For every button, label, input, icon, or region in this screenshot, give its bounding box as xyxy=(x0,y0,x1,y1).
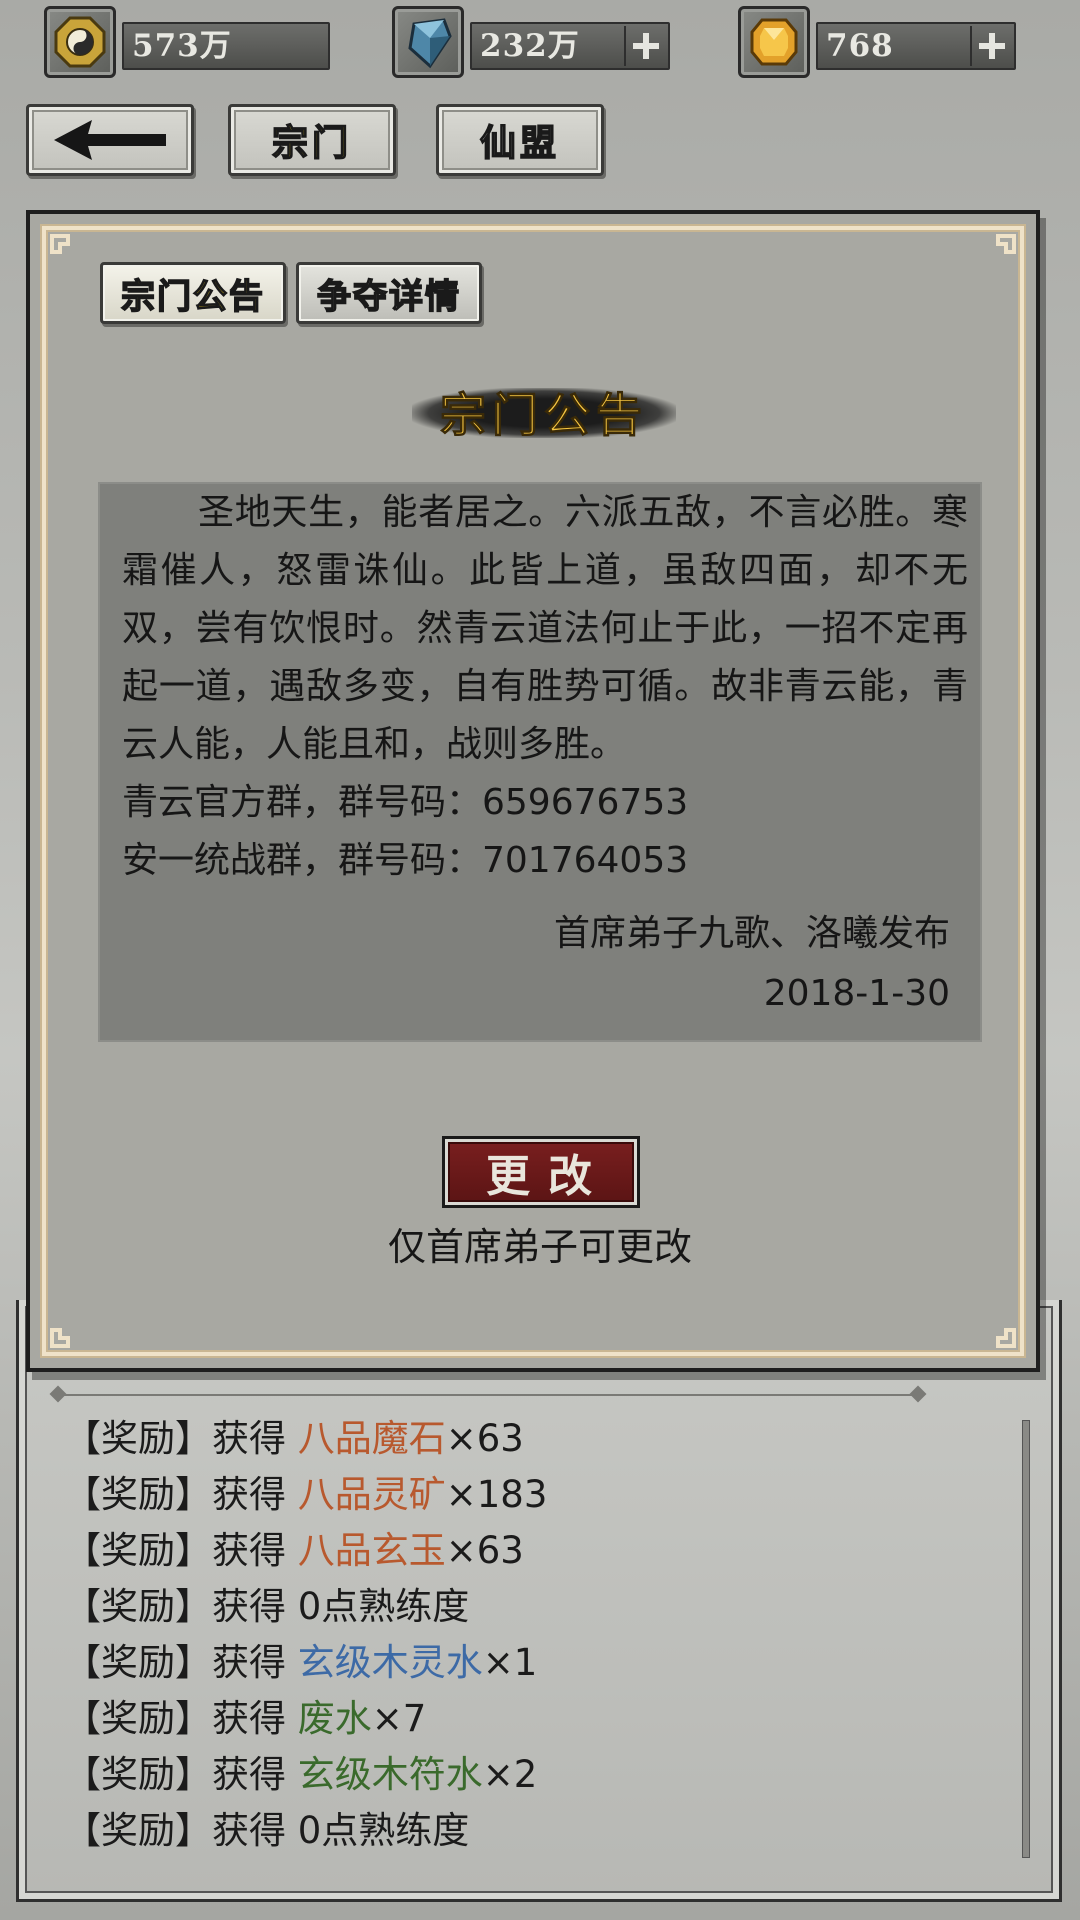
notice-group1: 青云官方群，群号码：659676753 xyxy=(122,782,689,823)
log-item-quantity: ×1 xyxy=(482,1641,538,1684)
gem-amount: 768 xyxy=(816,22,1016,70)
log-item-name: 八品灵矿 xyxy=(297,1473,446,1516)
tab-contest-details[interactable]: 争夺详情 xyxy=(296,262,482,324)
plus-icon xyxy=(979,33,1005,59)
add-gem-button[interactable] xyxy=(970,26,1012,66)
log-item-name: 0点熟练度 xyxy=(297,1809,470,1852)
log-item-quantity: ×63 xyxy=(445,1417,524,1460)
log-prefix: 【奖励】获得 xyxy=(64,1529,298,1572)
log-item: 【奖励】获得 玄级木灵水×1 xyxy=(64,1635,547,1691)
reward-log-list: 【奖励】获得 八品魔石×63 【奖励】获得 八品灵矿×183 【奖励】获得 八品玄玉… xyxy=(64,1411,547,1859)
log-prefix: 【奖励】获得 xyxy=(64,1473,298,1516)
notice-group2: 安一统战群，群号码：701764053 xyxy=(122,840,689,881)
log-item-name: 废水 xyxy=(297,1697,372,1740)
log-item-quantity: ×183 xyxy=(445,1473,548,1516)
spirit-crystal-icon xyxy=(392,6,464,78)
log-item-quantity: ×7 xyxy=(371,1697,427,1740)
log-item-name: 玄级木符水 xyxy=(297,1753,483,1796)
notice-paragraph: 圣地天生，能者居之。六派五敌，不言必胜。寒霜催人，怒雷诛仙。此皆上道，虽敌四面，… xyxy=(122,492,968,765)
log-item-quantity: ×63 xyxy=(445,1529,524,1572)
log-prefix: 【奖励】获得 xyxy=(64,1697,298,1740)
log-item-name: 玄级木灵水 xyxy=(297,1641,483,1684)
sect-tab-button[interactable]: 宗门 xyxy=(228,104,396,176)
notice-date: 2018-1-30 xyxy=(763,973,950,1014)
back-button[interactable] xyxy=(26,104,194,176)
log-item-name: 八品魔石 xyxy=(297,1417,446,1460)
log-item: 【奖励】获得 八品玄玉×63 xyxy=(64,1523,547,1579)
notice-title-text: 宗门公告 xyxy=(440,388,648,443)
taiji-coin-icon xyxy=(44,6,116,78)
crystal-value: 232万 xyxy=(480,28,580,64)
log-item: 【奖励】获得 0点熟练度 xyxy=(64,1803,547,1859)
corner-ornament-icon xyxy=(42,1318,80,1356)
log-item: 【奖励】获得 玄级木符水×2 xyxy=(64,1747,547,1803)
log-scrollbar[interactable] xyxy=(1022,1420,1030,1858)
add-crystal-button[interactable] xyxy=(624,26,666,66)
tab-sect-notice[interactable]: 宗门公告 xyxy=(100,262,286,324)
log-prefix: 【奖励】获得 xyxy=(64,1585,298,1628)
log-item: 【奖励】获得 0点熟练度 xyxy=(64,1579,547,1635)
log-item-quantity: ×2 xyxy=(482,1753,538,1796)
notice-title: 宗门公告 xyxy=(412,380,676,444)
back-arrow-icon xyxy=(54,120,166,160)
log-prefix: 【奖励】获得 xyxy=(64,1809,298,1852)
notice-signature-block: 首席弟子九歌、洛曦发布 2018-1-30 xyxy=(554,904,950,1024)
coin-amount: 573万 xyxy=(122,22,330,70)
plus-icon xyxy=(633,33,659,59)
corner-ornament-icon xyxy=(42,226,80,264)
corner-ornament-icon xyxy=(986,1318,1024,1356)
corner-ornament-icon xyxy=(986,226,1024,264)
log-divider xyxy=(58,1394,918,1396)
notice-signature: 首席弟子九歌、洛曦发布 xyxy=(553,913,950,954)
alliance-tab-button[interactable]: 仙盟 xyxy=(436,104,604,176)
log-item: 【奖励】获得 八品灵矿×183 xyxy=(64,1467,547,1523)
gold-gem-icon xyxy=(738,6,810,78)
gem-value: 768 xyxy=(826,28,894,64)
log-item: 【奖励】获得 废水×7 xyxy=(64,1691,547,1747)
log-item-name: 八品玄玉 xyxy=(297,1529,446,1572)
log-item-name: 0点熟练度 xyxy=(297,1585,470,1628)
edit-notice-button[interactable]: 更改 xyxy=(442,1136,640,1208)
notice-body: 圣地天生，能者居之。六派五敌，不言必胜。寒霜催人，怒雷诛仙。此皆上道，虽敌四面，… xyxy=(122,484,968,890)
log-item: 【奖励】获得 八品魔石×63 xyxy=(64,1411,547,1467)
edit-permission-hint: 仅首席弟子可更改 xyxy=(387,1225,692,1269)
log-prefix: 【奖励】获得 xyxy=(64,1641,298,1684)
crystal-amount: 232万 xyxy=(470,22,670,70)
log-prefix: 【奖励】获得 xyxy=(64,1753,298,1796)
log-prefix: 【奖励】获得 xyxy=(64,1417,298,1460)
